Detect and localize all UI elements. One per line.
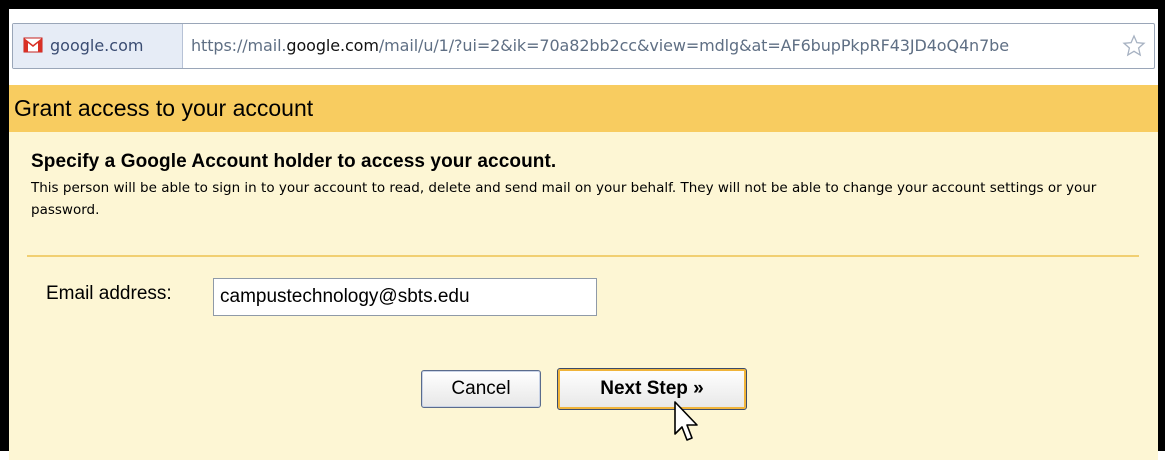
address-bar: google.com https://mail.google.com/mail/…: [9, 9, 1158, 85]
browser-window: google.com https://mail.google.com/mail/…: [0, 0, 1165, 460]
dialog-heading: Specify a Google Account holder to acces…: [31, 151, 557, 172]
site-chip-label: google.com: [50, 36, 144, 55]
mouse-pointer-icon: [674, 401, 698, 441]
site-identity-chip[interactable]: google.com: [13, 24, 183, 68]
url-prefix: https://mail.: [191, 36, 287, 55]
cancel-button[interactable]: Cancel: [421, 370, 541, 408]
gmail-icon: [23, 37, 43, 53]
star-icon[interactable]: [1122, 34, 1146, 58]
url-text[interactable]: https://mail.google.com/mail/u/1/?ui=2&i…: [191, 36, 1009, 55]
url-field[interactable]: google.com https://mail.google.com/mail/…: [12, 23, 1155, 69]
email-field[interactable]: [213, 278, 597, 316]
dialog-description: This person will be able to sign in to y…: [31, 180, 1097, 218]
url-path: /mail/u/1/?ui=2&ik=70a82bb2cc&view=mdlg&…: [378, 36, 1009, 55]
dialog-body: Specify a Google Account holder to acces…: [9, 132, 1158, 460]
next-step-button[interactable]: Next Step »: [557, 368, 747, 410]
dialog-title: Grant access to your account: [14, 95, 314, 121]
dialog-header: Grant access to your account: [9, 85, 1158, 132]
email-label: Email address:: [46, 283, 172, 304]
url-domain: google.com: [286, 36, 379, 55]
section-divider: [27, 255, 1139, 257]
